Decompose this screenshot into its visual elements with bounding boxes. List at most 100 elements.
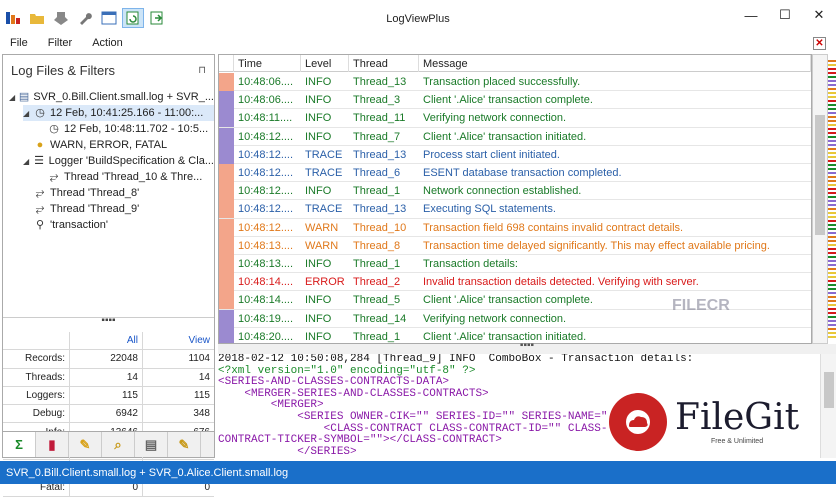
log-row[interactable]: 10:48:20.... INFO Thread_1 Client '.Alice' … xyxy=(219,327,811,343)
stats-all-header[interactable]: All xyxy=(70,332,143,350)
stats-view-value: 115 xyxy=(194,390,210,402)
log-row[interactable]: 10:48:11.... INFO Thread_11 Verifying netwo… xyxy=(219,109,811,128)
highlight-pen-icon: ✎ xyxy=(79,436,91,452)
message-cell: Transaction time delayed significantly. … xyxy=(423,239,770,252)
thread-cell: Thread_7 xyxy=(353,130,401,143)
stats-row: Threads: 14 14 xyxy=(3,368,214,387)
minimap-mark xyxy=(828,116,836,118)
tree-node[interactable]: ⥂ Thread 'Thread_9' xyxy=(23,201,214,217)
grid-scroll-thumb[interactable] xyxy=(815,115,825,235)
message-cell: ESENT database transaction completed. xyxy=(423,167,622,179)
log-row[interactable]: 10:48:12.... WARN Thread_10 Transaction fie… xyxy=(219,218,811,237)
tree-node-label: Logger 'BuildSpecification & Cla... xyxy=(48,155,214,167)
minimap-mark xyxy=(828,280,836,282)
panel-tab[interactable]: ▤ xyxy=(135,432,168,457)
filegit-watermark: FileGit Free & Unlimited xyxy=(606,386,814,458)
log-row[interactable]: 10:48:14.... ERROR Thread_2 Invalid transac… xyxy=(219,273,811,292)
title-bar: LogViewPlus — ☐ ✕ xyxy=(0,0,836,34)
minimap-mark xyxy=(828,284,836,286)
pin-icon[interactable]: ⊓ xyxy=(198,65,206,76)
minimap-mark xyxy=(828,172,836,174)
tree-node[interactable]: ⥂ Thread 'Thread_10 & Thre... xyxy=(37,169,214,185)
minimap-mark xyxy=(828,216,836,218)
stats-all-value: 115 xyxy=(70,386,143,405)
minimap-mark xyxy=(828,152,836,154)
minimap-mark xyxy=(828,128,836,130)
thread-column-header[interactable]: Thread xyxy=(349,55,419,72)
menu-action[interactable]: Action xyxy=(82,37,133,49)
level-cell: INFO xyxy=(305,258,332,270)
log-row[interactable]: 10:48:12.... TRACE Thread_13 Process start … xyxy=(219,145,811,164)
panel-tab[interactable]: ⌕ xyxy=(102,432,135,457)
menu-filter[interactable]: Filter xyxy=(38,37,82,49)
row-marker xyxy=(219,309,234,328)
minimap-mark xyxy=(828,224,836,226)
close-document-icon[interactable]: ✕ xyxy=(813,37,826,50)
detail-splitter[interactable]: ▪▪▪▪ xyxy=(218,341,836,354)
minimap-mark xyxy=(828,212,836,214)
log-minimap[interactable] xyxy=(828,54,836,344)
tree-node[interactable]: ● WARN, ERROR, FATAL xyxy=(23,137,214,153)
panel-tab[interactable]: ▮ xyxy=(36,432,69,457)
close-button[interactable]: ✕ xyxy=(802,4,836,26)
marker-column-header[interactable] xyxy=(219,55,234,72)
grid-header: Time Level Thread Message xyxy=(219,55,811,72)
expand-toggle-icon[interactable]: ◢ xyxy=(9,93,18,102)
log-row[interactable]: 10:48:12.... TRACE Thread_13 Executing SQL … xyxy=(219,200,811,219)
tree-node[interactable]: ⥂ Thread 'Thread_8' xyxy=(23,185,214,201)
detail-scrollbar[interactable] xyxy=(820,354,836,458)
log-row[interactable]: 10:48:13.... WARN Thread_8 Transaction time… xyxy=(219,236,811,255)
expand-toggle-icon[interactable]: ◢ xyxy=(23,109,33,118)
message-cell: Client '.Alice' transaction complete. xyxy=(423,94,593,107)
log-row[interactable]: 10:48:06.... INFO Thread_13 Transaction pla… xyxy=(219,73,811,92)
level-cell: ERROR xyxy=(305,276,345,289)
row-marker xyxy=(219,164,234,182)
panel-tabs: Σ ▮ ✎ ⌕ ▤ ✎ xyxy=(3,431,214,457)
message-column-header[interactable]: Message xyxy=(419,55,811,72)
minimap-mark xyxy=(828,180,836,182)
log-row[interactable]: 10:48:06.... INFO Thread_3 Client '.Alice' … xyxy=(219,91,811,110)
grid-scrollbar[interactable] xyxy=(812,54,828,344)
tree-node[interactable]: ◢ ▤ SVR_0.Bill.Client.small.log + SVR_... xyxy=(9,89,214,105)
minimap-mark xyxy=(828,60,836,62)
minimize-button[interactable]: — xyxy=(734,4,768,26)
minimap-mark xyxy=(828,268,836,270)
time-cell: 10:48:12.... xyxy=(238,185,294,198)
row-marker xyxy=(219,73,234,91)
level-cell: INFO xyxy=(305,330,332,343)
minimap-mark xyxy=(828,120,836,122)
thread-cell: Thread_8 xyxy=(353,239,401,252)
tree-node[interactable]: ◢ ◷ 12 Feb, 10:41:25.166 - 11:00:... xyxy=(23,105,214,121)
time-column-header[interactable]: Time xyxy=(234,55,301,72)
search-folder-icon: ⌕ xyxy=(114,436,122,452)
panel-header: Log Files & Filters ⊓ xyxy=(3,55,214,85)
stats-view-header[interactable]: View xyxy=(143,332,214,349)
tree-node[interactable]: ◷ 12 Feb, 10:48:11.702 - 10:5... xyxy=(37,121,214,137)
tree-node[interactable]: ⚲ 'transaction' xyxy=(23,217,214,233)
panel-tab[interactable]: ✎ xyxy=(69,432,102,457)
minimap-mark xyxy=(828,324,836,326)
expand-toggle-icon[interactable]: ◢ xyxy=(23,157,32,166)
time-cell: 10:48:13.... xyxy=(238,258,294,270)
tree-node[interactable]: ◢ ☰ Logger 'BuildSpecification & Cla... xyxy=(23,153,214,169)
minimap-mark xyxy=(828,332,836,334)
log-row[interactable]: 10:48:12.... INFO Thread_7 Client '.Alice' … xyxy=(219,127,811,146)
minimap-mark xyxy=(828,200,836,202)
panel-splitter[interactable]: ▪▪▪▪ xyxy=(3,316,214,327)
minimap-mark xyxy=(828,132,836,134)
level-column-header[interactable]: Level xyxy=(301,55,349,72)
row-marker xyxy=(219,145,234,164)
log-row[interactable]: 10:48:13.... INFO Thread_1 Transaction deta… xyxy=(219,255,811,274)
tree-node-label: SVR_0.Bill.Client.small.log + SVR_... xyxy=(33,91,214,103)
tree-node-label: 12 Feb, 10:41:25.166 - 11:00:... xyxy=(50,107,204,119)
log-row[interactable]: 10:48:12.... TRACE Thread_6 ESENT database … xyxy=(219,164,811,183)
tree-node-label: Thread 'Thread_9' xyxy=(50,203,140,215)
stats-label: Threads: xyxy=(3,368,70,386)
menu-file[interactable]: File xyxy=(0,37,38,49)
time-cell: 10:48:12.... xyxy=(238,148,294,161)
log-row[interactable]: 10:48:12.... INFO Thread_1 Network connecti… xyxy=(219,182,811,201)
detail-scroll-thumb[interactable] xyxy=(824,372,834,408)
panel-tab[interactable]: ✎ xyxy=(168,432,201,457)
maximize-button[interactable]: ☐ xyxy=(768,4,802,26)
panel-tab[interactable]: Σ xyxy=(3,432,36,457)
